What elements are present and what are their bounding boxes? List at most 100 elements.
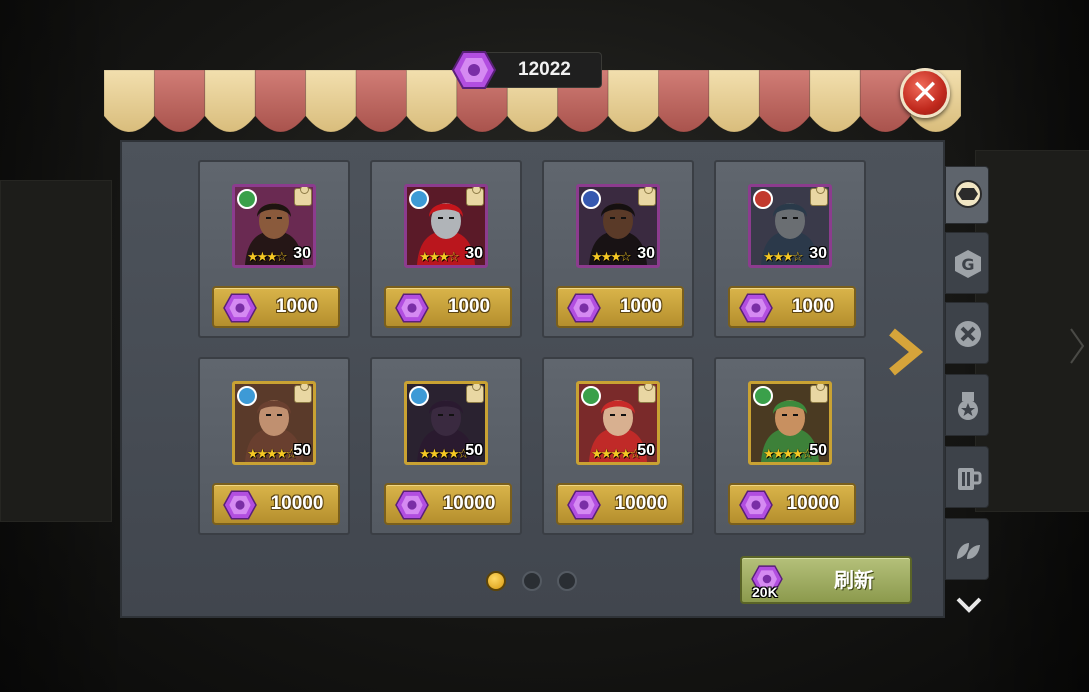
currency-balance: 12022 (518, 59, 571, 80)
currency-display: 12022 (451, 51, 602, 89)
puzzle-piece-icon (810, 187, 828, 206)
buy-button[interactable]: 10000 (384, 483, 512, 525)
shop-item-card[interactable]: ★★★★☆ 50 10000 (370, 357, 522, 535)
hero-portrait[interactable]: ★★★☆ 30 (232, 184, 316, 268)
close-button[interactable]: ✕ (900, 68, 950, 118)
shop-item-card[interactable]: ★★★☆ 30 1000 (714, 160, 866, 338)
awning-stripe (658, 70, 710, 133)
faction-icon (237, 386, 257, 406)
hero-level: 30 (293, 245, 311, 262)
awning-stripe (254, 70, 307, 133)
buy-button[interactable]: 10000 (556, 483, 684, 525)
svg-text:G: G (961, 255, 974, 274)
buy-button[interactable]: 1000 (556, 286, 684, 328)
hero-level: 30 (809, 245, 827, 262)
page-dot-2[interactable] (522, 571, 542, 591)
buy-button[interactable]: 1000 (728, 286, 856, 328)
purple-gem-icon (566, 489, 602, 521)
hero-portrait[interactable]: ★★★☆ 30 (748, 184, 832, 268)
price-label: 1000 (275, 296, 319, 317)
price-label: 10000 (614, 493, 668, 514)
awning-stripe (104, 70, 155, 133)
chevron-down-icon (956, 597, 982, 613)
faction-icon (409, 189, 429, 209)
faction-icon (581, 189, 601, 209)
faction-icon (753, 189, 773, 209)
price-label: 10000 (786, 493, 840, 514)
shop-item-card[interactable]: ★★★★☆ 50 10000 (714, 357, 866, 535)
cross-medal-icon (953, 319, 983, 349)
hero-level: 30 (637, 245, 655, 262)
faction-icon (237, 189, 257, 209)
star-rating: ★★★★☆ (247, 447, 297, 462)
star-badge-icon (953, 391, 983, 421)
hero-level: 50 (637, 442, 655, 459)
awning-stripe (809, 70, 861, 133)
shop-item-card[interactable]: ★★★★☆ 50 10000 (542, 357, 694, 535)
hero-portrait[interactable]: ★★★★☆ 50 (404, 381, 488, 465)
tab-gold-shop[interactable]: G (945, 232, 989, 294)
puzzle-piece-icon (638, 384, 656, 403)
price-label: 10000 (270, 493, 324, 514)
purple-gem-icon (953, 179, 983, 209)
tab-tavern-shop[interactable] (945, 446, 989, 508)
shop-item-card[interactable]: ★★★★☆ 50 10000 (198, 357, 350, 535)
tab-guild-shop[interactable] (945, 302, 989, 364)
star-rating: ★★★☆ (591, 250, 632, 265)
hero-level: 50 (809, 442, 827, 459)
puzzle-piece-icon (466, 187, 484, 206)
puzzle-piece-icon (294, 384, 312, 403)
buy-button[interactable]: 1000 (212, 286, 340, 328)
buy-button[interactable]: 10000 (728, 483, 856, 525)
page-dot-1[interactable] (486, 571, 506, 591)
purple-gem-icon (222, 292, 258, 324)
shop-item-card[interactable]: ★★★☆ 30 1000 (542, 160, 694, 338)
awning-stripe (607, 70, 660, 133)
awning-stripe (708, 70, 760, 133)
purple-gem-icon (394, 489, 430, 521)
purple-gem-icon (451, 49, 497, 91)
next-page-button[interactable] (884, 328, 924, 376)
buy-button[interactable]: 10000 (212, 483, 340, 525)
g-coin-icon: G (953, 249, 983, 279)
refresh-label: 刷新 (834, 568, 874, 592)
price-label: 1000 (447, 296, 491, 317)
close-icon: ✕ (910, 73, 940, 113)
puzzle-piece-icon (466, 384, 484, 403)
hero-portrait[interactable]: ★★★★☆ 50 (576, 381, 660, 465)
tab-gem-shop[interactable] (945, 166, 989, 224)
awning-stripe (305, 70, 357, 133)
buy-button[interactable]: 1000 (384, 286, 512, 328)
puzzle-piece-icon (638, 187, 656, 206)
star-rating: ★★★★☆ (763, 447, 813, 462)
price-label: 1000 (619, 296, 663, 317)
hero-portrait[interactable]: ★★★★☆ 50 (748, 381, 832, 465)
puzzle-piece-icon (294, 187, 312, 206)
star-rating: ★★★☆ (247, 250, 288, 265)
refresh-button[interactable]: 20K 刷新 (740, 556, 912, 604)
tab-honor-shop[interactable] (945, 374, 989, 436)
chevron-right-icon (889, 328, 924, 376)
star-rating: ★★★★☆ (591, 447, 641, 462)
hero-portrait[interactable]: ★★★☆ 30 (404, 184, 488, 268)
hero-level: 30 (465, 245, 483, 262)
mug-icon (953, 463, 983, 493)
faction-icon (753, 386, 773, 406)
faction-icon (409, 386, 429, 406)
awning-stripe (153, 70, 206, 133)
purple-gem-icon (738, 489, 774, 521)
hero-portrait[interactable]: ★★★☆ 30 (576, 184, 660, 268)
price-label: 10000 (442, 493, 496, 514)
hero-level: 50 (465, 442, 483, 459)
leaf-icon (953, 535, 983, 565)
awning-stripe (405, 70, 458, 133)
page-dot-3[interactable] (557, 571, 577, 591)
tab-farm-shop[interactable] (945, 518, 989, 580)
shop-item-card[interactable]: ★★★☆ 30 1000 (370, 160, 522, 338)
price-label: 1000 (791, 296, 835, 317)
hero-portrait[interactable]: ★★★★☆ 50 (232, 381, 316, 465)
chevron-right-icon (1068, 326, 1086, 366)
scroll-down-button[interactable] (955, 592, 983, 618)
refresh-cost: 20K (752, 584, 778, 600)
shop-item-card[interactable]: ★★★☆ 30 1000 (198, 160, 350, 338)
